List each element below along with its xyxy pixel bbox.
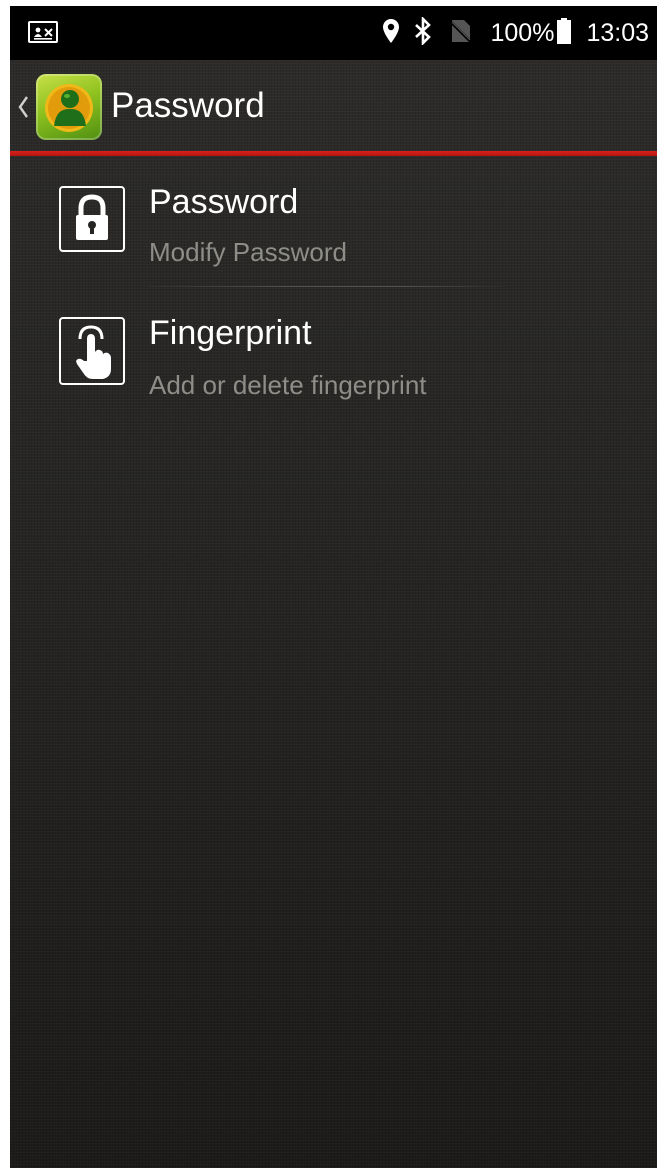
clock: 13:03 xyxy=(586,19,649,47)
list-item-fingerprint[interactable]: Fingerprint Add or delete fingerprint xyxy=(10,301,657,431)
item-title: Password xyxy=(149,183,299,221)
item-subtitle: Add or delete fingerprint xyxy=(149,370,427,400)
list-divider xyxy=(149,286,509,287)
item-subtitle: Modify Password xyxy=(149,237,347,267)
status-bar: 100% 13:03 xyxy=(10,6,657,60)
contact-card-icon xyxy=(28,21,58,43)
battery-icon xyxy=(556,17,572,50)
action-bar[interactable]: Password xyxy=(10,60,657,152)
bluetooth-icon xyxy=(414,15,432,50)
header-divider xyxy=(10,151,657,156)
list-item-password[interactable]: Password Modify Password xyxy=(10,170,657,300)
item-title: Fingerprint xyxy=(149,314,312,352)
screen: 100% 13:03 Password Password Modify Pass… xyxy=(10,6,657,1168)
user-app-icon[interactable] xyxy=(36,74,102,140)
location-pin-icon xyxy=(382,18,400,49)
battery-percentage: 100% xyxy=(490,19,555,47)
page-title: Password xyxy=(111,86,265,125)
status-icons: 100% 13:03 xyxy=(382,6,649,60)
no-sim-icon xyxy=(450,18,473,49)
touch-hand-icon xyxy=(59,317,125,385)
lock-icon xyxy=(59,186,125,252)
chevron-left-icon[interactable] xyxy=(17,95,29,124)
